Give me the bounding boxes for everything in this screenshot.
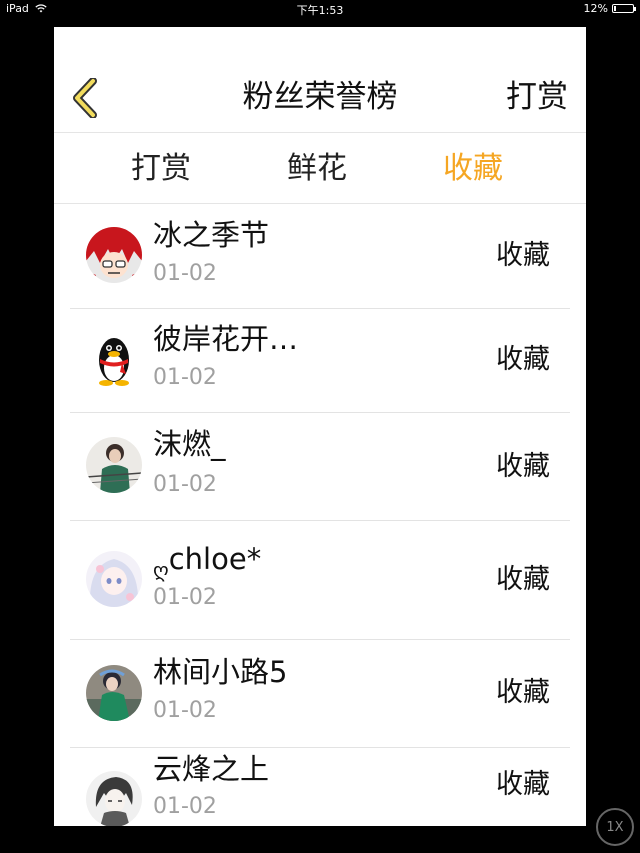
- qq-penguin-avatar-icon: [86, 330, 142, 386]
- avatar: [86, 665, 142, 721]
- user-name: 云烽之上: [153, 752, 270, 786]
- gray-anime-boy-avatar-icon: [86, 771, 142, 826]
- battery-fill: [614, 6, 616, 11]
- tab-bar: 打赏 鲜花 收藏: [54, 133, 586, 204]
- battery-nub: [634, 7, 636, 11]
- avatar: [86, 227, 142, 283]
- heart-prefix: ღ: [153, 558, 169, 582]
- list-item[interactable]: 沫燃_ 01-02 收藏: [70, 413, 570, 521]
- person-green-dress-avatar-icon: [86, 665, 142, 721]
- item-date: 01-02: [153, 261, 217, 286]
- fan-list[interactable]: 冰之季节 01-02 收藏 彼岸花开… 01-02 收藏 沫燃_ 01-02 收…: [70, 205, 570, 826]
- list-item[interactable]: ღchloe* 01-02 收藏: [70, 521, 570, 640]
- user-name: 彼岸花开…: [153, 322, 299, 356]
- red-hair-anime-avatar-icon: [86, 227, 142, 283]
- item-date: 01-02: [153, 365, 217, 390]
- status-right: 12%: [583, 2, 636, 15]
- tab-favorites[interactable]: 收藏: [443, 149, 503, 189]
- user-name: 林间小路5: [153, 655, 288, 689]
- tab-reward[interactable]: 打赏: [131, 149, 191, 189]
- action-label: 收藏: [496, 564, 550, 595]
- user-name: 冰之季节: [153, 218, 270, 252]
- action-label: 收藏: [496, 769, 550, 800]
- list-item[interactable]: 冰之季节 01-02 收藏: [70, 205, 570, 309]
- person-green-jacket-avatar-icon: [86, 437, 142, 493]
- item-date: 01-02: [153, 585, 217, 610]
- action-label: 收藏: [496, 451, 550, 482]
- nav-bar: 粉丝荣誉榜 打赏: [54, 27, 586, 133]
- avatar: [86, 330, 142, 386]
- action-label: 收藏: [496, 344, 550, 375]
- item-date: 01-02: [153, 794, 217, 819]
- anime-girl-pastel-avatar-icon: [86, 551, 142, 607]
- reward-button[interactable]: 打赏: [506, 77, 568, 117]
- user-name: 沫燃_: [153, 427, 226, 461]
- action-label: 收藏: [496, 677, 550, 708]
- user-name-text: chloe*: [168, 542, 262, 576]
- list-item[interactable]: 云烽之上 01-02 收藏: [70, 748, 570, 826]
- battery-percent: 12%: [583, 2, 608, 15]
- avatar: [86, 771, 142, 826]
- list-item[interactable]: 彼岸花开… 01-02 收藏: [70, 309, 570, 413]
- item-date: 01-02: [153, 472, 217, 497]
- avatar: [86, 437, 142, 493]
- status-bar: iPad 下午1:53 12%: [0, 0, 640, 18]
- zoom-button[interactable]: 1X: [596, 808, 634, 846]
- user-name: ღchloe*: [153, 541, 261, 588]
- clock: 下午1:53: [296, 4, 344, 17]
- tab-flowers[interactable]: 鲜花: [287, 149, 347, 189]
- battery-icon: [612, 4, 636, 13]
- item-date: 01-02: [153, 698, 217, 723]
- avatar: [86, 551, 142, 607]
- action-label: 收藏: [496, 240, 550, 271]
- app-panel: 粉丝荣誉榜 打赏 打赏 鲜花 收藏 冰之季节 01-02 收藏 彼岸花开… 01…: [54, 27, 586, 826]
- list-item[interactable]: 林间小路5 01-02 收藏: [70, 640, 570, 748]
